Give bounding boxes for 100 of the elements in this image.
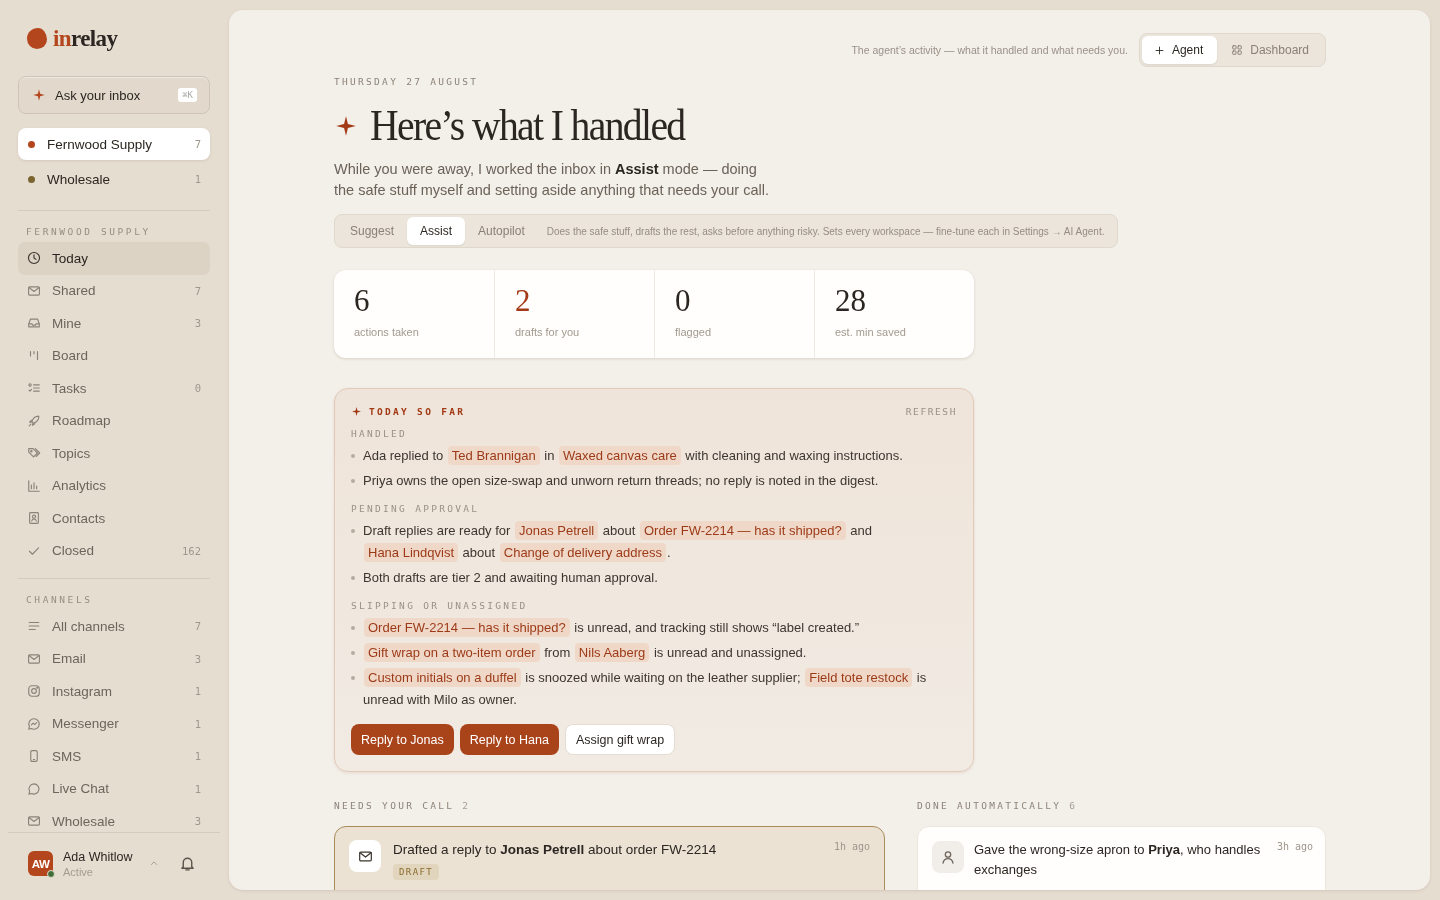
thread-link[interactable]: Nils Aaberg <box>574 643 650 662</box>
thread-link[interactable]: Order FW-2214 — has it shipped? <box>639 521 846 540</box>
section-label: FERNWOOD SUPPLY <box>26 226 152 238</box>
stat-label: drafts for you <box>515 326 580 338</box>
section-count: 2 <box>462 799 471 813</box>
bullet-icon <box>351 576 355 580</box>
stat-label: actions taken <box>354 326 419 338</box>
time-label: 3h ago <box>1276 841 1313 854</box>
clock-icon <box>27 251 41 266</box>
workspace-item[interactable]: Wholesale 1 <box>18 163 210 195</box>
user-name: Ada Whitlow <box>63 849 133 864</box>
chat-bubble-icon <box>27 781 41 796</box>
sidebar-item[interactable]: Closed 162 <box>18 534 210 567</box>
activity-card[interactable]: Gave the wrong-size apron to Priya, who handles exchanges 3h ago <box>917 826 1326 890</box>
view-tab[interactable]: Agent <box>1141 36 1218 64</box>
sparkle-icon <box>32 88 46 102</box>
bullet-icon <box>351 626 355 630</box>
workspace-item[interactable]: Fernwood Supply 7 <box>18 128 210 160</box>
grid-icon <box>1231 44 1244 56</box>
sidebar-item[interactable]: Instagram 1 <box>18 675 210 708</box>
mode-tab[interactable]: Suggest <box>337 217 408 245</box>
digest-item: Both drafts are tier 2 and awaiting human approval. <box>363 569 659 587</box>
thread-link[interactable]: Custom initials on a duffel <box>364 668 521 687</box>
sidebar-item[interactable]: Shared 7 <box>18 274 210 307</box>
digest-item: Custom initials on a duffel is snoozed while waiting on the leather supplier; Field tote restock is unread with Milo as owner. <box>363 667 928 709</box>
section-title: DONE AUTOMATICALLY <box>917 799 1062 813</box>
action-button[interactable]: Assign gift wrap <box>564 724 676 755</box>
date-label: THURSDAY 27 AUGUST <box>334 75 480 89</box>
plus-icon <box>1153 44 1165 56</box>
sidebar-item[interactable]: Board <box>18 339 210 372</box>
sidebar-item[interactable]: Messenger 1 <box>18 707 210 740</box>
sidebar-item[interactable]: Email 3 <box>18 642 210 675</box>
activity-text: Drafted a reply to Jonas Petrell about order FW-2214 <box>393 841 717 859</box>
thread-link[interactable]: Hana Lindqvist <box>364 543 458 562</box>
activity-text: Gave the wrong-size apron to Priya, who handles exchanges <box>974 841 1262 879</box>
view-tab[interactable]: Dashboard <box>1219 36 1323 64</box>
sidebar-item[interactable]: Live Chat 1 <box>18 772 210 805</box>
thread-link[interactable]: Field tote restock <box>805 668 913 687</box>
bullet-icon <box>351 479 355 483</box>
digest-item: Draft replies are ready for Jonas Petrell about Order FW-2214 — has it shipped? and Hana Lindqvist about Change of delivery address . <box>363 520 873 564</box>
board-icon <box>27 348 41 363</box>
thread-link[interactable]: Order FW-2214 — has it shipped? <box>364 618 570 637</box>
sidebar-item[interactable]: Today <box>18 242 210 275</box>
thread-link[interactable]: Waxed canvas care <box>559 446 681 465</box>
section-count: 6 <box>1069 799 1078 813</box>
mode-tab[interactable]: Assist <box>407 217 466 245</box>
sidebar-item[interactable]: Topics <box>18 437 210 470</box>
section-label: CHANNELS <box>26 594 94 606</box>
inbox-icon <box>27 316 41 331</box>
contact-card-icon <box>27 511 41 526</box>
time-label: 1h ago <box>833 841 870 854</box>
sparkle-icon <box>351 405 362 417</box>
stat-value: 28 <box>835 284 866 318</box>
group-heading: SLIPPING OR UNASSIGNED <box>351 599 529 613</box>
digest-item: Ada replied to Ted Brannigan in Waxed canvas care with cleaning and waxing instructions. <box>363 445 904 467</box>
sidebar-item[interactable]: Tasks 0 <box>18 372 210 405</box>
bullet-icon <box>351 676 355 680</box>
digest-item: Gift wrap on a two-item order from Nils Aaberg is unread and unassigned. <box>363 642 945 664</box>
logo-icon <box>27 27 47 49</box>
thread-link[interactable]: Jonas Petrell <box>515 521 599 540</box>
user-avatar[interactable]: AW <box>28 851 53 876</box>
thread-link[interactable]: Change of delivery address <box>499 543 667 562</box>
bullet-icon <box>351 529 355 533</box>
mail-icon <box>27 283 41 298</box>
sidebar-item[interactable]: All channels 7 <box>18 610 210 643</box>
group-heading: HANDLED <box>351 427 409 441</box>
bullet-icon <box>351 454 355 458</box>
mail-icon <box>27 814 41 829</box>
sidebar-item[interactable]: Analytics <box>18 469 210 502</box>
digest-item: Order FW-2214 — has it shipped? is unread, and tracking still shows “label created.” <box>363 617 945 639</box>
sidebar-item[interactable]: Wholesale 3 <box>18 805 210 832</box>
stat-value: 2 <box>515 284 531 318</box>
intro-paragraph: While you were away, I worked the inbox in Assist mode — doing the safe stuff myself and setting aside anything that needs your call. <box>334 160 770 200</box>
mode-tab[interactable]: Autopilot <box>465 217 538 245</box>
activity-card[interactable]: Drafted a reply to Jonas Petrell about order FW-2214 DRAFT 1h ago <box>334 826 885 890</box>
stat-label: est. min saved <box>835 326 906 338</box>
sidebar-item[interactable]: Contacts <box>18 502 210 535</box>
section-title: NEEDS YOUR CALL <box>334 799 455 813</box>
mail-icon <box>357 848 373 864</box>
person-icon <box>940 849 956 865</box>
stat-value: 6 <box>354 284 370 318</box>
thread-link[interactable]: Gift wrap on a two-item order <box>364 643 540 662</box>
rocket-icon <box>27 413 41 428</box>
stat-label: flagged <box>675 326 712 338</box>
header-caption: The agent’s activity — what it handled and what needs you. <box>851 44 1128 56</box>
action-button[interactable]: Reply to Jonas <box>351 724 454 755</box>
action-button[interactable]: Reply to Hana <box>459 724 559 755</box>
page-title: Here’s what I handled <box>370 100 685 152</box>
bell-icon[interactable] <box>179 855 196 872</box>
group-heading: PENDING APPROVAL <box>351 502 481 516</box>
sidebar-item[interactable]: Roadmap <box>18 404 210 437</box>
bullet-icon <box>351 651 355 655</box>
stat-value: 0 <box>675 284 691 318</box>
sidebar-item[interactable]: SMS 1 <box>18 740 210 773</box>
ask-inbox-button[interactable]: Ask your inbox ⌘K <box>18 76 210 114</box>
phone-icon <box>27 749 41 764</box>
sidebar-item[interactable]: Mine 3 <box>18 307 210 340</box>
thread-link[interactable]: Ted Brannigan <box>447 446 540 465</box>
card-title: TODAY SO FAR <box>369 405 466 417</box>
user-status: Active <box>63 865 94 878</box>
